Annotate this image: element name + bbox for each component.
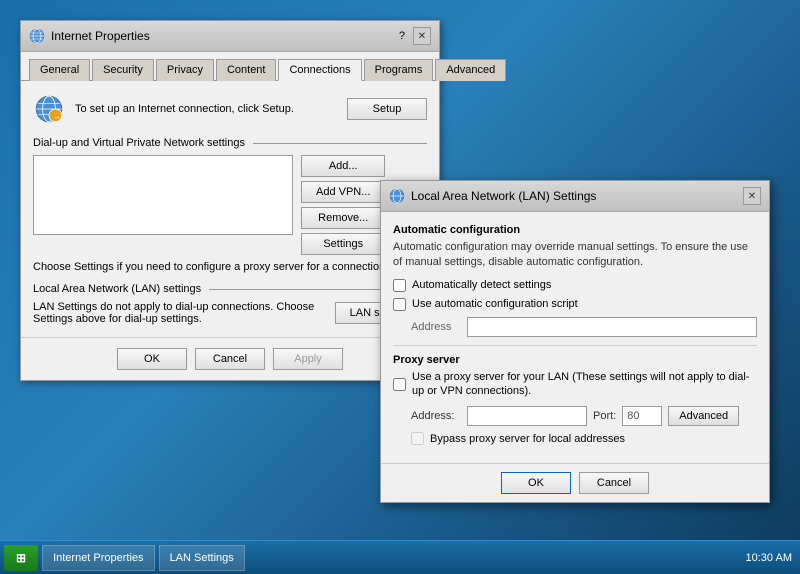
svg-text:→: → bbox=[53, 112, 61, 121]
tab-connections[interactable]: Connections bbox=[278, 59, 361, 81]
window-title: Internet Properties bbox=[51, 29, 150, 43]
settings-button[interactable]: Settings bbox=[301, 233, 385, 255]
dialog-ok-button[interactable]: OK bbox=[501, 472, 571, 494]
dialog-close-button[interactable]: ✕ bbox=[743, 187, 761, 205]
setup-section: → To set up an Internet connection, clic… bbox=[33, 93, 427, 125]
dialog-icon bbox=[389, 188, 405, 204]
tab-advanced[interactable]: Advanced bbox=[435, 59, 506, 81]
dialog-title: Local Area Network (LAN) Settings bbox=[411, 189, 596, 203]
dialup-buttons: Add... Add VPN... Remove... Settings bbox=[301, 155, 385, 255]
dialup-section: Dial-up and Virtual Private Network sett… bbox=[33, 137, 427, 273]
taskbar: ⊞ Internet Properties LAN Settings 10:30… bbox=[0, 540, 800, 574]
help-btn[interactable]: ? bbox=[395, 30, 409, 42]
proxy-checkbox[interactable] bbox=[393, 378, 406, 391]
address-label: Address bbox=[411, 321, 461, 333]
tab-general[interactable]: General bbox=[29, 59, 90, 81]
auto-config-desc: Automatic configuration may override man… bbox=[393, 240, 757, 271]
bypass-checkbox[interactable] bbox=[411, 432, 424, 445]
lan-text: LAN Settings do not apply to dial-up con… bbox=[33, 301, 327, 325]
remove-button[interactable]: Remove... bbox=[301, 207, 385, 229]
lan-dialog: Local Area Network (LAN) Settings ✕ Auto… bbox=[380, 180, 770, 503]
bypass-label: Bypass proxy server for local addresses bbox=[430, 433, 625, 445]
advanced-button[interactable]: Advanced bbox=[668, 406, 739, 426]
dialup-list bbox=[33, 155, 293, 235]
setup-button[interactable]: Setup bbox=[347, 98, 427, 120]
lan-section-label: Local Area Network (LAN) settings bbox=[33, 283, 427, 295]
add-vpn-button[interactable]: Add VPN... bbox=[301, 181, 385, 203]
title-left: Internet Properties bbox=[29, 28, 150, 44]
auto-detect-checkbox[interactable] bbox=[393, 279, 406, 292]
lan-row: LAN Settings do not apply to dial-up con… bbox=[33, 301, 427, 325]
tab-programs[interactable]: Programs bbox=[364, 59, 434, 81]
lan-section: Local Area Network (LAN) settings LAN Se… bbox=[33, 283, 427, 325]
dialog-cancel-button[interactable]: Cancel bbox=[579, 472, 649, 494]
bypass-row: Bypass proxy server for local addresses bbox=[411, 432, 757, 445]
setup-text: To set up an Internet connection, click … bbox=[75, 103, 337, 115]
window-controls: ? ✕ bbox=[395, 27, 431, 45]
tab-security[interactable]: Security bbox=[92, 59, 154, 81]
proxy-section-title: Proxy server bbox=[393, 354, 757, 366]
auto-address-row: Address bbox=[411, 317, 757, 337]
dialog-footer: OK Cancel bbox=[381, 463, 769, 502]
dialog-title-left: Local Area Network (LAN) Settings bbox=[389, 188, 596, 204]
auto-detect-row: Automatically detect settings bbox=[393, 279, 757, 292]
proxy-check-row: Use a proxy server for your LAN (These s… bbox=[393, 370, 757, 399]
proxy-address-label: Address: bbox=[411, 410, 461, 422]
proxy-address-input[interactable] bbox=[467, 406, 587, 426]
taskbar-item-ie[interactable]: Internet Properties bbox=[42, 545, 155, 571]
dialup-section-label: Dial-up and Virtual Private Network sett… bbox=[33, 137, 427, 149]
auto-config-title: Automatic configuration bbox=[393, 224, 757, 236]
window-content: → To set up an Internet connection, clic… bbox=[21, 81, 439, 337]
cancel-button[interactable]: Cancel bbox=[195, 348, 265, 370]
window-titlebar: Internet Properties ? ✕ bbox=[21, 21, 439, 52]
taskbar-time: 10:30 AM bbox=[746, 552, 796, 564]
auto-address-input[interactable] bbox=[467, 317, 757, 337]
separator bbox=[393, 345, 757, 346]
dialog-titlebar: Local Area Network (LAN) Settings ✕ bbox=[381, 181, 769, 212]
internet-properties-window: Internet Properties ? ✕ General Security… bbox=[20, 20, 440, 381]
close-button[interactable]: ✕ bbox=[413, 27, 431, 45]
apply-button[interactable]: Apply bbox=[273, 348, 343, 370]
dialog-content: Automatic configuration Automatic config… bbox=[381, 212, 769, 463]
window-footer: OK Cancel Apply bbox=[21, 337, 439, 380]
proxy-check-label: Use a proxy server for your LAN (These s… bbox=[412, 370, 757, 399]
tab-content[interactable]: Content bbox=[216, 59, 277, 81]
globe-icon: → bbox=[33, 93, 65, 125]
tab-privacy[interactable]: Privacy bbox=[156, 59, 214, 81]
dialup-flex: Add... Add VPN... Remove... Settings bbox=[33, 155, 427, 255]
port-label: Port: bbox=[593, 410, 616, 422]
auto-script-row: Use automatic configuration script bbox=[393, 298, 757, 311]
add-button[interactable]: Add... bbox=[301, 155, 385, 177]
auto-script-label: Use automatic configuration script bbox=[412, 298, 578, 310]
tabs-container: General Security Privacy Content Connect… bbox=[21, 52, 439, 81]
auto-detect-label: Automatically detect settings bbox=[412, 279, 551, 291]
window-icon bbox=[29, 28, 45, 44]
ok-button[interactable]: OK bbox=[117, 348, 187, 370]
proxy-input-row: Address: Port: Advanced bbox=[411, 406, 757, 426]
port-input[interactable] bbox=[622, 406, 662, 426]
taskbar-item-lan[interactable]: LAN Settings bbox=[159, 545, 245, 571]
auto-script-checkbox[interactable] bbox=[393, 298, 406, 311]
start-button[interactable]: ⊞ bbox=[4, 545, 38, 571]
proxy-hint-text: Choose Settings if you need to configure… bbox=[33, 261, 427, 273]
